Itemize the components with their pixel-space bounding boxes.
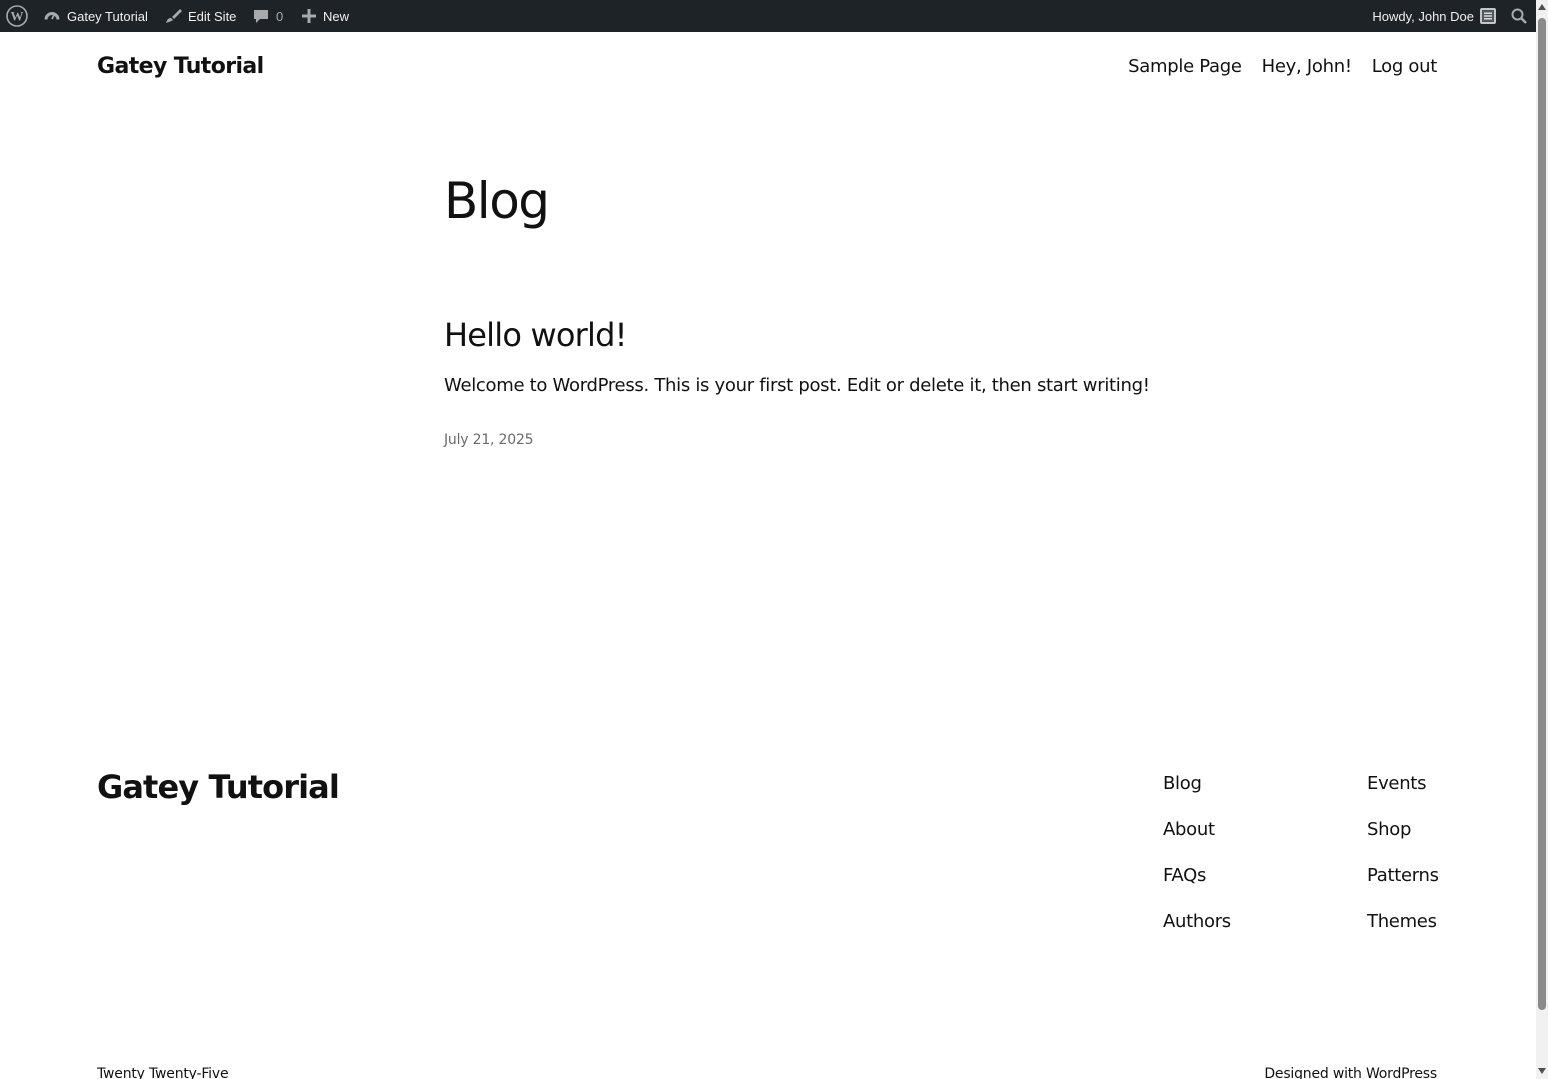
avatar [1480, 8, 1496, 24]
wordpress-logo-menu[interactable]: W [6, 0, 28, 32]
brush-icon [166, 9, 182, 23]
post-date: July 21, 2025 [444, 432, 534, 448]
footer-link-about[interactable]: About [1163, 818, 1231, 841]
footer-link-faqs[interactable]: FAQs [1163, 864, 1231, 887]
footer-credit-prefix: Designed with [1264, 1066, 1366, 1079]
nav-hey-john[interactable]: Hey, John! [1262, 56, 1352, 77]
comments-count: 0 [276, 8, 284, 24]
primary-navigation: Sample Page Hey, John! Log out [1128, 56, 1437, 77]
howdy-label: Howdy, John Doe [1372, 8, 1474, 24]
footer-wordpress-link[interactable]: WordPress [1366, 1066, 1437, 1079]
scrollbar[interactable] [1536, 0, 1548, 1079]
wordpress-logo-icon: W [6, 5, 28, 27]
footer-link-themes[interactable]: Themes [1367, 910, 1439, 933]
plus-icon [302, 9, 316, 23]
avatar-logo-icon [1482, 10, 1494, 22]
svg-text:W: W [11, 9, 24, 24]
footer-nav-column-1: Blog About FAQs Authors [1163, 772, 1231, 933]
footer-link-authors[interactable]: Authors [1163, 910, 1231, 933]
comment-bubble-icon [254, 10, 268, 23]
post-excerpt: Welcome to WordPress. This is your first… [444, 375, 1150, 396]
admin-bar: W Gatey Tutorial Edit Site 0 New Howdy, … [0, 0, 1536, 32]
my-account-menu[interactable]: Howdy, John Doe [1372, 0, 1496, 32]
footer-link-patterns[interactable]: Patterns [1367, 864, 1439, 887]
page-title: Blog [444, 172, 550, 230]
footer-site-title-link[interactable]: Gatey Tutorial [97, 768, 340, 806]
footer-link-shop[interactable]: Shop [1367, 818, 1439, 841]
scroll-down-arrow-icon[interactable] [1538, 1068, 1546, 1074]
search-toggle[interactable] [1510, 0, 1528, 32]
new-label: New [323, 8, 350, 24]
footer-nav-column-2: Events Shop Patterns Themes [1367, 772, 1439, 933]
post-title-link[interactable]: Hello world! [444, 316, 627, 354]
site-name-label: Gatey Tutorial [67, 8, 148, 24]
footer-link-blog[interactable]: Blog [1163, 772, 1231, 795]
scroll-up-arrow-icon[interactable] [1538, 4, 1546, 10]
footer-credit: Designed with WordPress [1264, 1066, 1437, 1079]
edit-site-link[interactable]: Edit Site [164, 0, 236, 32]
dashboard-icon [44, 12, 60, 20]
comments-link[interactable]: 0 [252, 0, 283, 32]
site-title-link[interactable]: Gatey Tutorial [97, 54, 264, 79]
nav-log-out[interactable]: Log out [1372, 56, 1438, 77]
nav-sample-page[interactable]: Sample Page [1128, 56, 1242, 77]
footer-theme-name: Twenty Twenty-Five [97, 1066, 229, 1079]
footer-link-events[interactable]: Events [1367, 772, 1439, 795]
site-name-menu[interactable]: Gatey Tutorial [43, 0, 148, 32]
edit-site-label: Edit Site [188, 8, 237, 24]
new-content-menu[interactable]: New [301, 0, 349, 32]
scroll-thumb[interactable] [1538, 18, 1546, 1010]
search-icon [1511, 8, 1527, 24]
